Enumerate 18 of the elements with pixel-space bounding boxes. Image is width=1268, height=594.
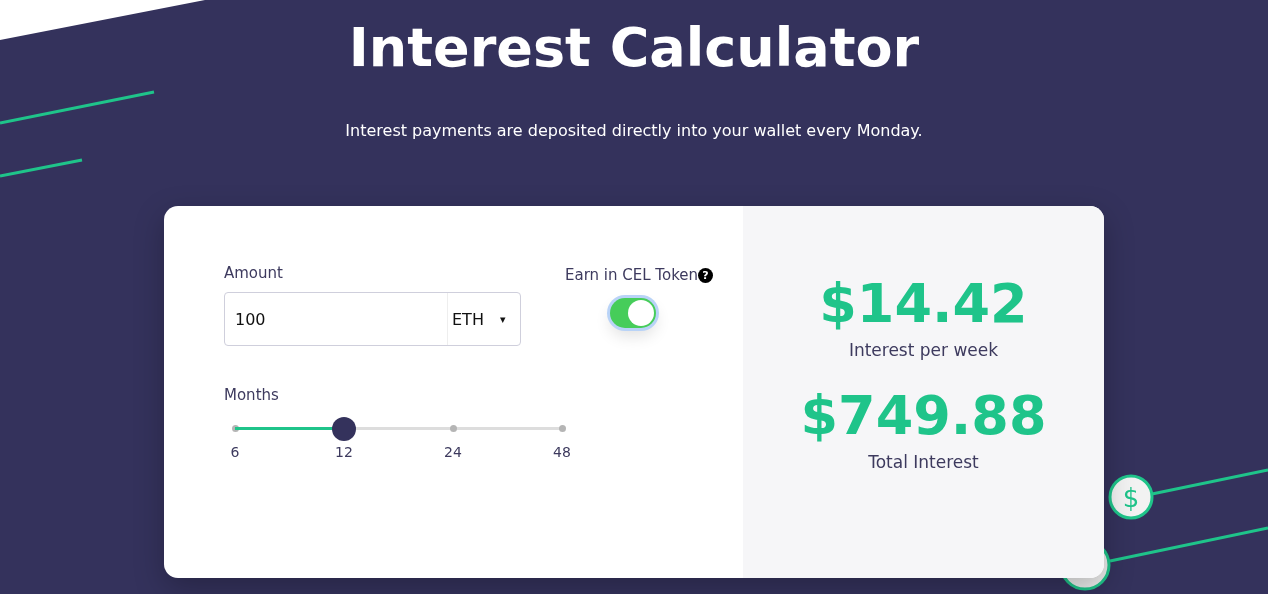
help-icon[interactable]: ? [698, 267, 714, 283]
amount-label: Amount [224, 264, 284, 282]
tick-label: 24 [444, 444, 462, 460]
result-label: Total Interest [868, 452, 979, 472]
currency-dropdown[interactable]: ETH ▾ [447, 293, 520, 345]
tick-label: 12 [335, 444, 353, 460]
result-value: $14.42 [819, 272, 1028, 336]
amount-value: 100 [235, 309, 266, 329]
result-value: $749.88 [800, 384, 1047, 448]
amount-field[interactable]: 100 ETH ▾ [224, 292, 521, 346]
months-label: Months [224, 386, 280, 404]
page-title: Interest Calculator [348, 15, 920, 81]
subtitle: Interest payments are deposited directly into your wallet every Monday. [345, 120, 923, 142]
tick-label: 48 [553, 444, 571, 460]
cel-token-label: Earn in CEL Token [565, 266, 699, 284]
tick-label: 6 [230, 444, 240, 460]
coin-icon: $ [1108, 474, 1154, 520]
result-label: Interest per week [848, 340, 999, 360]
